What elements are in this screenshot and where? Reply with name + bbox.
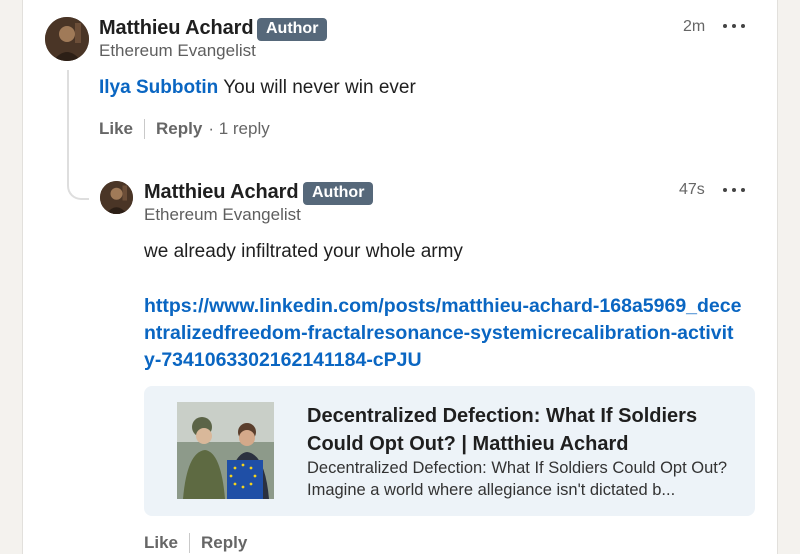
preview-thumbnail xyxy=(177,402,274,499)
mention-link[interactable]: Ilya Subbotin xyxy=(99,77,218,98)
more-options-icon[interactable] xyxy=(723,21,745,31)
thread-connector xyxy=(67,70,89,200)
reply-button[interactable]: Reply xyxy=(156,119,202,139)
reply-author-avatar[interactable] xyxy=(100,181,133,214)
action-divider xyxy=(144,119,146,139)
author-badge: Author xyxy=(303,182,374,205)
reply-button[interactable]: Reply xyxy=(201,533,247,553)
link-preview-card[interactable]: Decentralized Defection: What If Soldier… xyxy=(144,386,755,516)
post-link[interactable]: https://www.linkedin.com/posts/matthieu-… xyxy=(144,293,744,374)
comment-author-headline: Ethereum Evangelist xyxy=(99,41,256,60)
comment-body: You will never win ever xyxy=(218,77,416,98)
preview-description: Decentralized Defection: What If Soldier… xyxy=(307,459,728,499)
more-options-icon[interactable] xyxy=(723,185,745,195)
reply-author-headline: Ethereum Evangelist xyxy=(144,205,301,224)
comment-author-name[interactable]: Matthieu Achard xyxy=(99,17,254,40)
comment-actions: Like Reply · 1 reply xyxy=(99,119,270,139)
comment-author-avatar[interactable] xyxy=(45,17,89,61)
preview-title[interactable]: Decentralized Defection: What If Soldier… xyxy=(307,402,737,458)
comment-text: Ilya Subbotin You will never win ever xyxy=(99,77,416,99)
action-divider xyxy=(189,533,191,553)
like-button[interactable]: Like xyxy=(144,533,178,553)
comment-timestamp: 2m xyxy=(683,18,706,35)
author-badge: Author xyxy=(257,18,328,41)
like-button[interactable]: Like xyxy=(99,119,133,139)
reply-actions: Like Reply xyxy=(144,533,247,553)
reply-count[interactable]: · 1 reply xyxy=(208,119,269,139)
reply-author-name[interactable]: Matthieu Achard xyxy=(144,181,299,204)
reply-timestamp: 47s xyxy=(679,181,705,198)
reply-text: we already infiltrated your whole army xyxy=(144,241,463,262)
